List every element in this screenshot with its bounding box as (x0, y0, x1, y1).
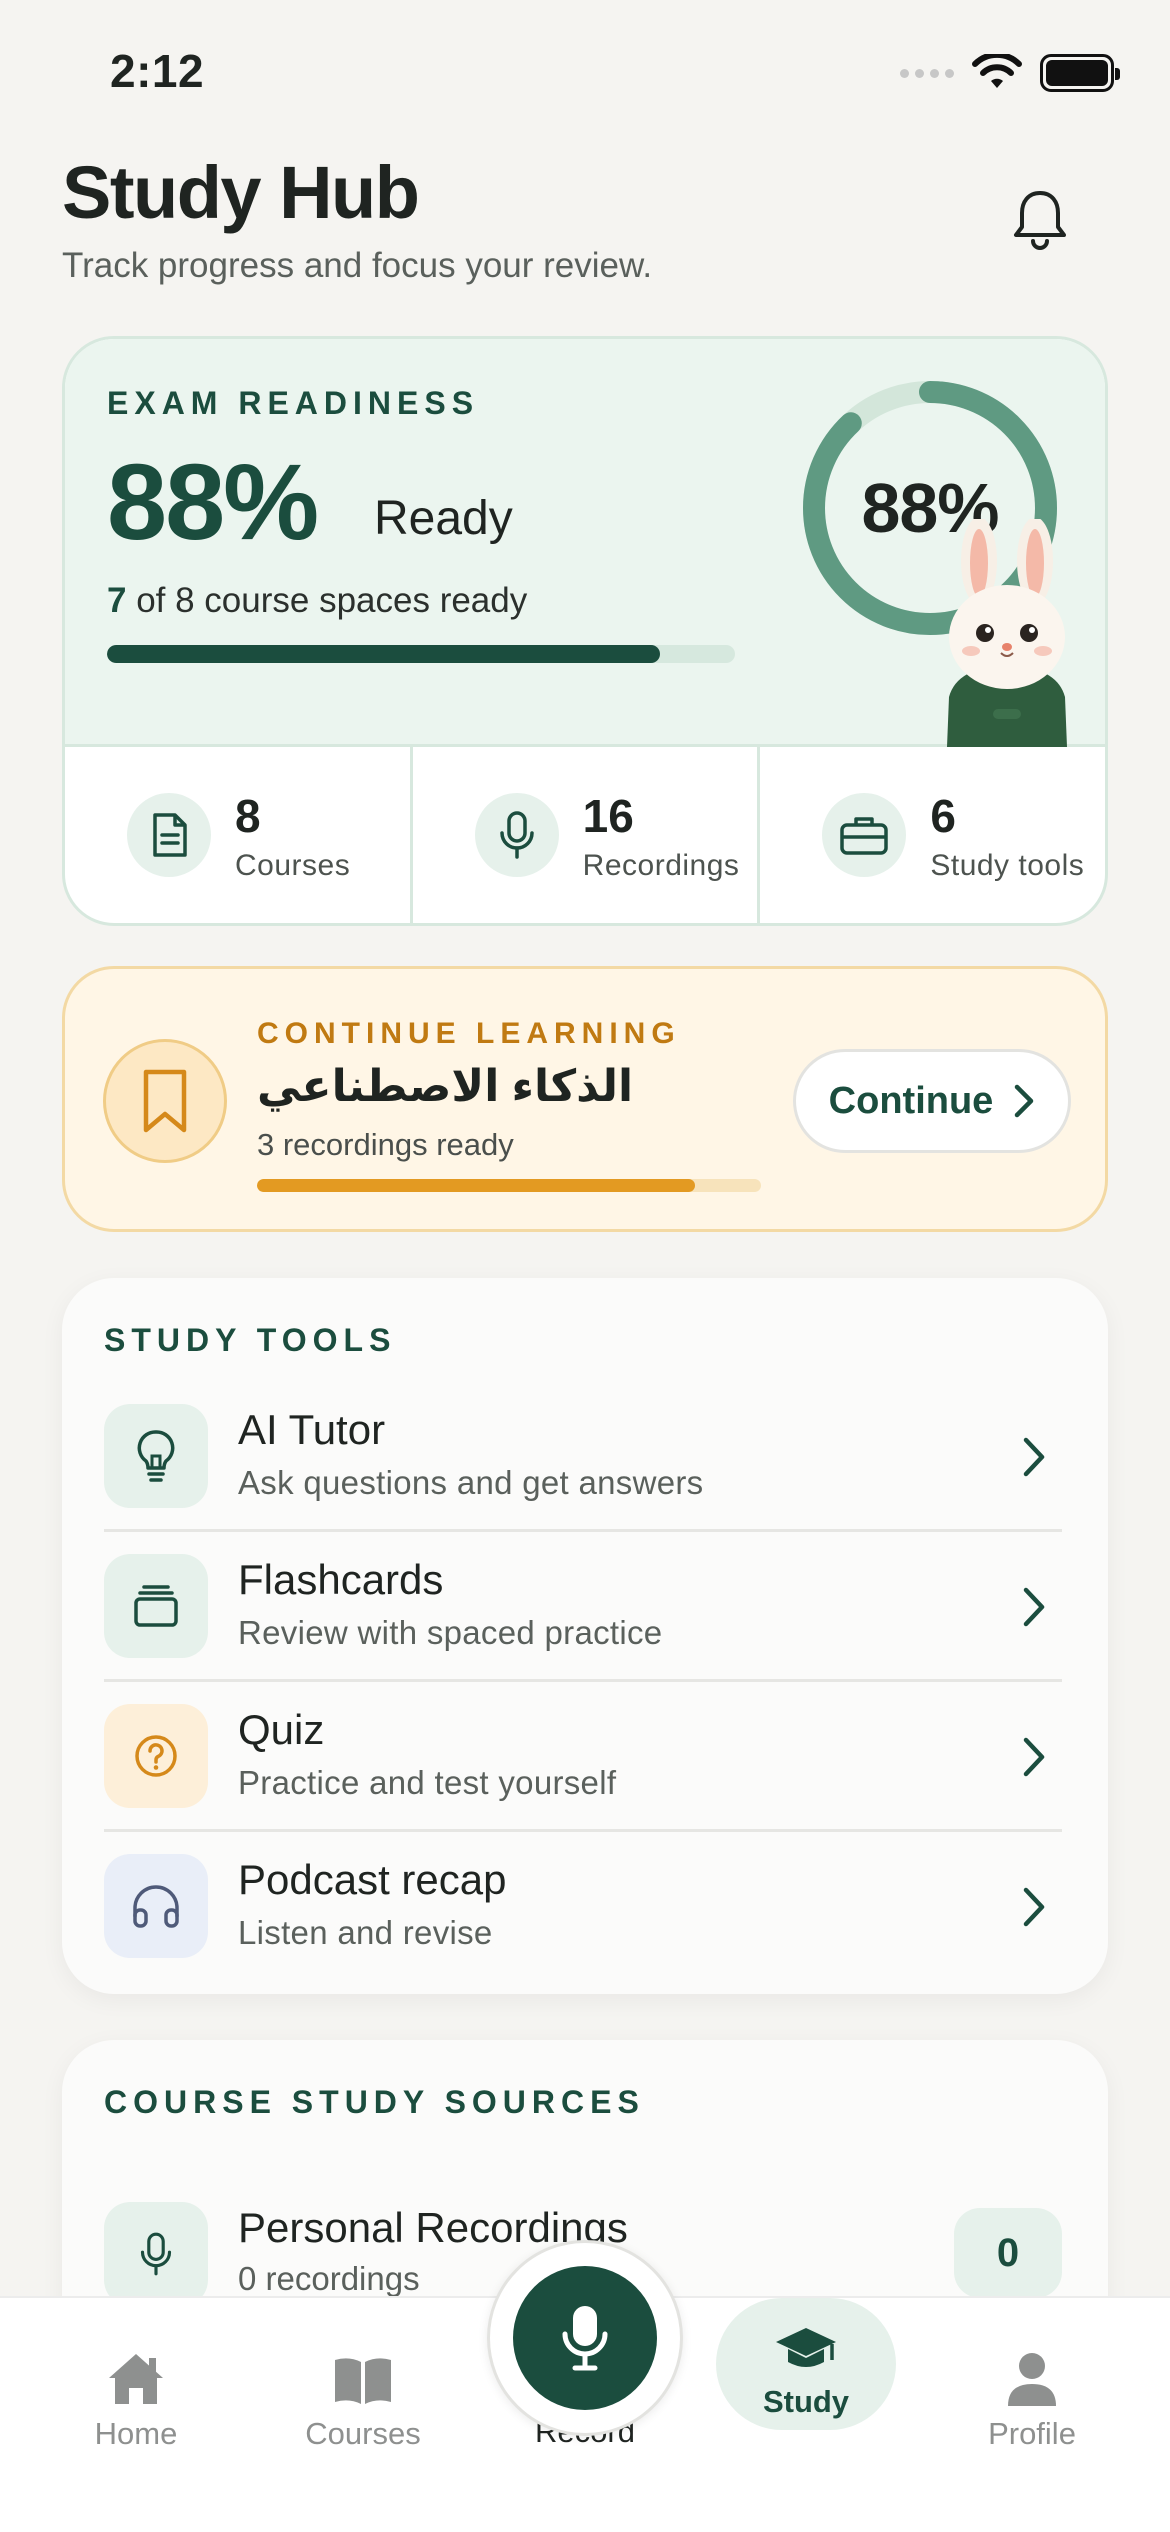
cellular-signal-icon (900, 68, 954, 78)
source-subtitle: 0 recordings (238, 2260, 420, 2297)
tool-subtitle: Ask questions and get answers (238, 1464, 704, 1501)
continue-eyebrow: CONTINUE LEARNING (257, 1017, 681, 1050)
stat-label: Study tools (930, 849, 1085, 882)
tool-title: Podcast recap (238, 1856, 507, 1903)
continue-learning-card[interactable]: CONTINUE LEARNING الذكاء الاصطناعي 3 rec… (62, 966, 1108, 1232)
record-button-core (513, 2266, 657, 2410)
tool-subtitle: Practice and test yourself (238, 1764, 617, 1801)
readiness-ready-number: 7 (107, 581, 127, 620)
continue-button-label: Continue (828, 1079, 994, 1122)
tab-study[interactable]: Study (716, 2298, 896, 2430)
stat-courses[interactable]: 8 Courses (65, 747, 413, 923)
person-icon (1008, 2353, 1056, 2406)
briefcase-icon (822, 793, 907, 877)
readiness-course-count: 7 of 8 course spaces ready (107, 581, 527, 621)
chevron-right-icon (1015, 1084, 1034, 1118)
stat-value: 16 (582, 790, 634, 842)
source-count-badge: 0 (954, 2208, 1062, 2298)
chevron-right-icon (1023, 1587, 1045, 1627)
chevron-right-icon (1023, 1887, 1045, 1927)
tool-subtitle: Review with spaced practice (238, 1614, 663, 1651)
tab-label: Courses (305, 2416, 421, 2451)
readiness-summary: EXAM READINESS 88% Ready 7 of 8 course s… (65, 339, 1105, 747)
continue-progress-fill (257, 1179, 696, 1192)
chevron-right-icon (1023, 1737, 1045, 1777)
readiness-eyebrow: EXAM READINESS (107, 385, 480, 421)
bookmark-icon (103, 1039, 227, 1163)
microphone-icon (562, 2306, 608, 2371)
chevron-right-icon (1023, 1437, 1045, 1477)
readiness-stats: 8 Courses 16 Recordings 6 Study tools (65, 747, 1105, 923)
tab-home[interactable]: Home (62, 2312, 210, 2452)
lightbulb-icon (104, 1404, 208, 1508)
wifi-icon (972, 54, 1022, 88)
readiness-percent: 88% (107, 441, 319, 562)
tool-row-podcast-recap[interactable]: Podcast recap Listen and revise (104, 1832, 1062, 1982)
tab-label: Study (762, 2384, 850, 2419)
readiness-ready-text: of 8 course spaces ready (126, 581, 528, 620)
tool-row-flashcards[interactable]: Flashcards Review with spaced practice (104, 1532, 1062, 1682)
record-button[interactable] (487, 2240, 683, 2436)
stat-label: Courses (235, 849, 351, 882)
exam-readiness-card[interactable]: EXAM READINESS 88% Ready 7 of 8 course s… (62, 336, 1108, 926)
continue-progress-bar (257, 1179, 761, 1192)
continue-subtitle: 3 recordings ready (257, 1127, 514, 1162)
notifications-button[interactable] (1000, 180, 1080, 260)
study-tools-eyebrow: STUDY TOOLS (104, 1322, 397, 1358)
tab-label: Profile (988, 2416, 1076, 2451)
tool-title: Flashcards (238, 1556, 444, 1603)
stat-value: 6 (930, 790, 956, 842)
readiness-progress-fill (107, 645, 660, 663)
tab-profile[interactable]: Profile (960, 2312, 1104, 2452)
graduation-cap-icon (776, 2328, 836, 2367)
bell-icon (1014, 191, 1066, 250)
house-icon (109, 2354, 163, 2404)
tab-courses[interactable]: Courses (288, 2312, 438, 2452)
stat-recordings[interactable]: 16 Recordings (413, 747, 761, 923)
bunny-mascot-illustration (947, 519, 1067, 747)
stat-value: 8 (235, 790, 261, 842)
headphones-icon (104, 1854, 208, 1958)
question-circle-icon (104, 1704, 208, 1808)
cards-stack-icon (104, 1554, 208, 1658)
study-tools-card: STUDY TOOLS AI Tutor Ask questions and g… (62, 1278, 1108, 1994)
open-book-icon (335, 2358, 391, 2404)
tool-title: Quiz (238, 1706, 325, 1753)
page-title: Study Hub (62, 151, 420, 234)
status-time: 2:12 (110, 45, 205, 97)
stat-label: Recordings (582, 849, 740, 882)
battery-icon (1040, 54, 1120, 92)
sources-eyebrow: COURSE STUDY SOURCES (104, 2084, 645, 2120)
readiness-status-word: Ready (374, 492, 513, 545)
microphone-icon (104, 2202, 208, 2306)
continue-course-title: الذكاء الاصطناعي (257, 1062, 634, 1111)
readiness-progress-bar (107, 645, 735, 663)
stat-study-tools[interactable]: 6 Study tools (760, 747, 1105, 923)
continue-button[interactable]: Continue (793, 1049, 1071, 1153)
tab-label: Home (94, 2416, 178, 2451)
tool-row-ai-tutor[interactable]: AI Tutor Ask questions and get answers (104, 1382, 1062, 1532)
page-subtitle: Track progress and focus your review. (62, 246, 653, 285)
tool-row-quiz[interactable]: Quiz Practice and test yourself (104, 1682, 1062, 1832)
microphone-icon (474, 793, 559, 877)
document-icon (127, 793, 211, 877)
status-icons (900, 54, 1120, 92)
tool-title: AI Tutor (238, 1406, 386, 1453)
status-bar: 2:12 (0, 0, 1170, 150)
tool-subtitle: Listen and revise (238, 1914, 493, 1951)
